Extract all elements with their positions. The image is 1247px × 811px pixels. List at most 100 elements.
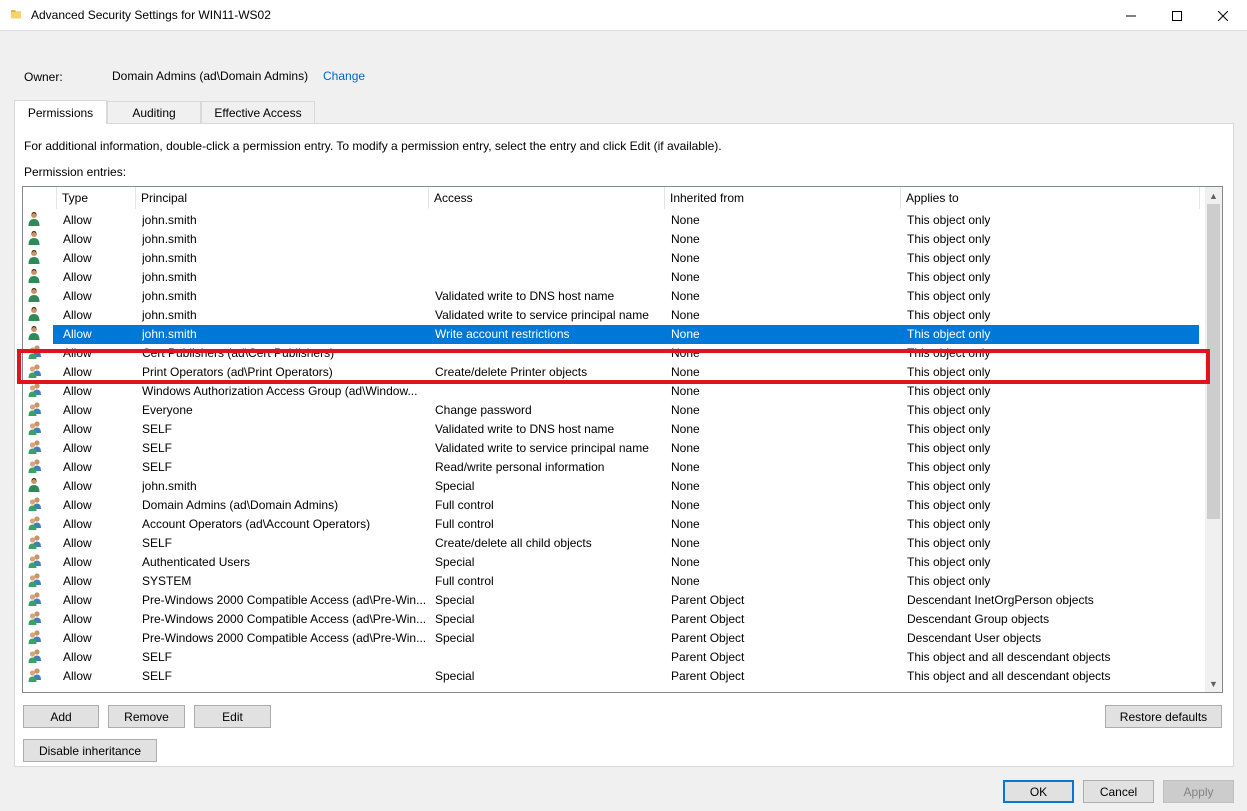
permission-entry-row[interactable]: Allow SELF Read/write personal information… <box>23 458 1206 477</box>
entry-access: Special <box>435 669 475 683</box>
user-icon <box>27 268 45 287</box>
tab-permissions[interactable]: Permissions <box>14 100 107 124</box>
restore-defaults-button[interactable]: Restore defaults <box>1105 705 1222 728</box>
permission-entry-row[interactable]: Allow Pre-Windows 2000 Compatible Access … <box>23 610 1206 629</box>
entry-applies-to: This object only <box>907 441 991 455</box>
permission-entry-row[interactable]: Allow john.smith Validated write to servic… <box>23 306 1206 325</box>
entry-access <box>435 249 663 268</box>
disable-inheritance-button[interactable]: Disable inheritance <box>23 739 157 762</box>
entry-access: Create/delete all child objects <box>435 536 592 550</box>
change-owner-link[interactable]: Change <box>323 69 365 83</box>
permission-entry-row[interactable]: Allow SELF Validated write to service prin… <box>23 439 1206 458</box>
permission-entry-row[interactable]: Allow Everyone Change password None This obj… <box>23 401 1206 420</box>
entry-type: Allow <box>63 631 92 645</box>
entry-access: Change password <box>435 403 532 417</box>
button-label: OK <box>1029 784 1048 799</box>
entry-access <box>435 268 663 287</box>
entry-type: Allow <box>63 479 92 493</box>
button-label: Disable inheritance <box>38 743 142 758</box>
button-label: Add <box>50 709 72 724</box>
close-icon <box>1218 10 1228 21</box>
tab-label: Permissions <box>27 105 94 120</box>
entry-principal: john.smith <box>142 251 197 265</box>
permission-entries-list[interactable]: Type Principal Access Inherited from App… <box>22 186 1223 693</box>
entry-access: Validated write to service principal nam… <box>435 308 649 322</box>
entry-applies-to: This object only <box>907 251 991 265</box>
permission-entry-row[interactable]: Allow john.smith Special None This object on… <box>23 477 1206 496</box>
column-header-inherited-from[interactable]: Inherited from <box>665 187 901 209</box>
permission-entry-row[interactable]: Allow Pre-Windows 2000 Compatible Access … <box>23 629 1206 648</box>
group-icon <box>27 382 45 401</box>
entry-inherited-from: None <box>671 308 700 322</box>
entry-applies-to: This object only <box>907 365 991 379</box>
entry-access: Special <box>435 479 475 493</box>
permission-entry-row[interactable]: Allow john.smith Write account restriction… <box>23 325 1206 344</box>
button-label: Apply <box>1183 784 1214 799</box>
entry-type: Allow <box>63 289 92 303</box>
button-label: Cancel <box>1099 784 1138 799</box>
entry-principal: SELF <box>142 460 173 474</box>
permission-entry-row[interactable]: Allow john.smith Validated write to DNS ho… <box>23 287 1206 306</box>
user-icon <box>27 230 45 249</box>
group-icon <box>27 344 45 363</box>
entry-principal: Print Operators (ad\Print Operators) <box>142 365 333 379</box>
scroll-thumb[interactable] <box>1207 204 1220 519</box>
permission-entry-row[interactable]: Allow SELF Validated write to DNS host nam… <box>23 420 1206 439</box>
entry-inherited-from: None <box>671 422 700 436</box>
entry-access: Special <box>435 612 475 626</box>
entry-applies-to: This object and all descendant objects <box>907 650 1111 664</box>
permission-entry-row[interactable]: Allow Cert Publishers (ad\Cert Publishers… <box>23 344 1206 363</box>
permission-entry-row[interactable]: Allow SELF Parent Object This object and al… <box>23 648 1206 667</box>
remove-button[interactable]: Remove <box>108 705 185 728</box>
permission-entry-row[interactable]: Allow Account Operators (ad\Account Opera… <box>23 515 1206 534</box>
column-header-type[interactable]: Type <box>57 187 136 209</box>
entry-type: Allow <box>63 536 92 550</box>
permission-entry-row[interactable]: Allow SELF Create/delete all child objects… <box>23 534 1206 553</box>
group-icon <box>27 420 45 439</box>
permission-entry-row[interactable]: Allow SELF Special Parent Object This object… <box>23 667 1206 686</box>
minimize-button[interactable] <box>1108 0 1154 31</box>
column-header-icon[interactable] <box>23 187 57 209</box>
permission-entry-row[interactable]: Allow Authenticated Users Special None This … <box>23 553 1206 572</box>
group-icon <box>27 610 45 629</box>
edit-button[interactable]: Edit <box>194 705 271 728</box>
list-header: Type Principal Access Inherited from App… <box>23 187 1206 209</box>
column-label: Type <box>62 191 89 205</box>
permission-entry-row[interactable]: Allow Windows Authorization Access Group … <box>23 382 1206 401</box>
column-label: Access <box>434 191 473 205</box>
entry-access <box>435 211 663 230</box>
permission-entry-row[interactable]: Allow SYSTEM Full control None This object o… <box>23 572 1206 591</box>
permission-entry-row[interactable]: Allow Print Operators (ad\Print Operators… <box>23 363 1206 382</box>
scroll-up-arrow-icon[interactable]: ▲ <box>1205 187 1222 204</box>
entry-access: Validated write to DNS host name <box>435 289 615 303</box>
tab-auditing[interactable]: Auditing <box>107 101 201 123</box>
entry-type: Allow <box>63 555 92 569</box>
column-header-applies-to[interactable]: Applies to <box>901 187 1200 209</box>
column-header-principal[interactable]: Principal <box>136 187 429 209</box>
cancel-button[interactable]: Cancel <box>1083 780 1154 803</box>
entry-type: Allow <box>63 403 92 417</box>
permission-entry-row[interactable]: Allow john.smith None This object only <box>23 249 1206 268</box>
vertical-scrollbar[interactable]: ▲ ▼ <box>1205 187 1222 692</box>
entry-inherited-from: None <box>671 460 700 474</box>
entry-type: Allow <box>63 650 92 664</box>
entry-applies-to: This object only <box>907 213 991 227</box>
entry-type: Allow <box>63 498 92 512</box>
permission-entry-row[interactable]: Allow john.smith None This object only <box>23 268 1206 287</box>
permission-entry-row[interactable]: Allow Pre-Windows 2000 Compatible Access … <box>23 591 1206 610</box>
permission-entry-row[interactable]: Allow john.smith None This object only <box>23 211 1206 230</box>
add-button[interactable]: Add <box>23 705 99 728</box>
maximize-button[interactable] <box>1154 0 1200 31</box>
column-label: Inherited from <box>670 191 745 205</box>
group-icon <box>27 553 45 572</box>
permission-entry-row[interactable]: Allow Domain Admins (ad\Domain Admins) Ful… <box>23 496 1206 515</box>
close-button[interactable] <box>1200 0 1246 31</box>
entry-inherited-from: None <box>671 232 700 246</box>
ok-button[interactable]: OK <box>1003 780 1074 803</box>
permission-entry-row[interactable]: Allow john.smith None This object only <box>23 230 1206 249</box>
entry-inherited-from: None <box>671 403 700 417</box>
scroll-down-arrow-icon[interactable]: ▼ <box>1205 675 1222 692</box>
entry-applies-to: This object only <box>907 403 991 417</box>
tab-effective-access[interactable]: Effective Access <box>201 101 315 123</box>
column-header-access[interactable]: Access <box>429 187 665 209</box>
